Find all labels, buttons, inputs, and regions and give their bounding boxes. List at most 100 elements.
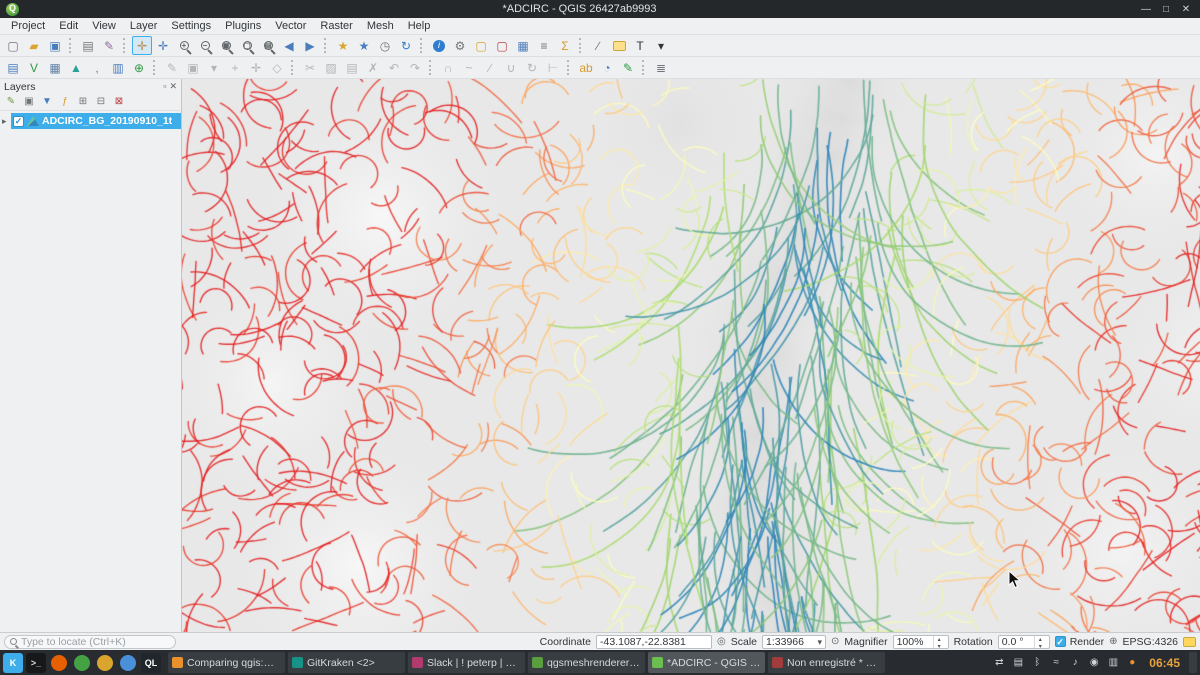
identify-features-icon[interactable]: i bbox=[429, 36, 449, 55]
bluetooth-tray-icon[interactable]: ᛒ bbox=[1029, 657, 1045, 668]
menu-item[interactable]: Plugins bbox=[218, 19, 268, 33]
field-calculator-icon[interactable]: ≡ bbox=[534, 36, 554, 55]
layer-labeling-icon[interactable]: ab bbox=[576, 58, 596, 77]
firefox-icon[interactable] bbox=[51, 655, 67, 671]
expand-caret-icon[interactable] bbox=[2, 116, 11, 127]
maximize-button[interactable] bbox=[1158, 4, 1174, 15]
menu-item[interactable]: Help bbox=[401, 19, 438, 33]
offset-curve-icon[interactable]: ∩ bbox=[438, 58, 458, 77]
add-raster-layer-icon[interactable]: ▦ bbox=[45, 58, 65, 77]
konsole-icon[interactable]: >_ bbox=[26, 653, 46, 673]
map-canvas[interactable] bbox=[182, 79, 1200, 632]
add-vector-layer-icon[interactable]: V bbox=[24, 58, 44, 77]
map-tips-icon[interactable] bbox=[609, 36, 629, 55]
render-row[interactable]: Render bbox=[1055, 636, 1104, 648]
filter-by-expression-icon[interactable]: ƒ bbox=[57, 95, 73, 110]
paste-features-icon[interactable]: ▤ bbox=[342, 58, 362, 77]
collapse-all-icon[interactable]: ⊟ bbox=[93, 95, 109, 110]
network-tray-icon[interactable]: ≈ bbox=[1048, 657, 1064, 668]
zoom-out-icon[interactable]: − bbox=[195, 36, 215, 55]
extents-toggle-icon[interactable] bbox=[717, 636, 726, 647]
panel-toggle[interactable] bbox=[1189, 652, 1197, 673]
menu-item[interactable]: Layer bbox=[123, 19, 165, 33]
delete-selected-icon[interactable]: ✗ bbox=[363, 58, 383, 77]
save-layer-edits-icon[interactable]: ▣ bbox=[183, 58, 203, 77]
volume-tray-icon[interactable]: ♪ bbox=[1067, 657, 1083, 668]
close-panel-icon[interactable] bbox=[169, 81, 177, 92]
data-source-manager-icon[interactable]: ▤ bbox=[3, 58, 23, 77]
annotation-toolbar-icon[interactable]: ✎ bbox=[618, 58, 638, 77]
crs-status[interactable]: EPSG:4326 bbox=[1123, 636, 1178, 648]
select-features-icon[interactable]: ▢ bbox=[471, 36, 491, 55]
menu-item[interactable]: Settings bbox=[164, 19, 218, 33]
lock-scale-icon[interactable] bbox=[831, 636, 839, 647]
zoom-last-icon[interactable]: ◀ bbox=[279, 36, 299, 55]
clipboard-tray-icon[interactable]: ▤ bbox=[1010, 657, 1026, 668]
pan-to-selection-icon[interactable]: ✛ bbox=[153, 36, 173, 55]
text-annotation-icon[interactable]: T bbox=[630, 36, 650, 55]
task-gitkraken[interactable]: GitKraken <2> bbox=[288, 652, 405, 673]
task-non-enregistre[interactable]: Non enregistré * — Sp... bbox=[768, 652, 885, 673]
rotation-spinbox[interactable]: 0.0 ° bbox=[998, 635, 1050, 649]
rotate-feature-icon[interactable]: ↻ bbox=[522, 58, 542, 77]
new-project-icon[interactable]: ▢ bbox=[3, 36, 23, 55]
redo-edit-icon[interactable]: ↷ bbox=[405, 58, 425, 77]
copy-features-icon[interactable]: ▨ bbox=[321, 58, 341, 77]
add-mesh-layer-icon[interactable]: ▲ bbox=[66, 58, 86, 77]
add-wms-layer-icon[interactable]: ⊕ bbox=[129, 58, 149, 77]
print-layout-icon[interactable]: ▤ bbox=[78, 36, 98, 55]
locate-search[interactable] bbox=[4, 635, 176, 649]
menu-item[interactable]: Mesh bbox=[360, 19, 401, 33]
zoom-to-selection-icon[interactable]: ▢ bbox=[237, 36, 257, 55]
task-qgis-adcirc[interactable]: *ADCIRC - QGIS 26427... bbox=[648, 652, 765, 673]
minimize-button[interactable] bbox=[1138, 4, 1154, 15]
open-layer-styling-panel-icon[interactable]: ✎ bbox=[3, 95, 19, 110]
notifier-tray-icon[interactable]: ● bbox=[1124, 657, 1140, 668]
add-group-icon[interactable]: ▣ bbox=[21, 95, 37, 110]
menu-item[interactable]: Project bbox=[4, 19, 52, 33]
toggle-editing-icon[interactable]: ✎ bbox=[162, 58, 182, 77]
expand-all-icon[interactable]: ⊞ bbox=[75, 95, 91, 110]
menu-item[interactable]: Edit bbox=[52, 19, 85, 33]
merge-features-icon[interactable]: ∪ bbox=[501, 58, 521, 77]
new-bookmark-icon[interactable]: ★ bbox=[333, 36, 353, 55]
reshape-features-icon[interactable]: ~ bbox=[459, 58, 479, 77]
locate-input[interactable] bbox=[21, 636, 170, 648]
log-messages-icon[interactable] bbox=[1183, 637, 1196, 647]
measure-icon[interactable]: ∕ bbox=[588, 36, 608, 55]
add-feature-icon[interactable]: + bbox=[225, 58, 245, 77]
trim-extend-icon[interactable]: ⊢ bbox=[543, 58, 563, 77]
zoom-full-icon[interactable]: ▣ bbox=[216, 36, 236, 55]
qgis-ltr-icon[interactable]: QL bbox=[141, 653, 161, 673]
refresh-map-icon[interactable]: ↻ bbox=[396, 36, 416, 55]
add-delimited-text-icon[interactable]: , bbox=[87, 58, 107, 77]
cut-features-icon[interactable]: ✂ bbox=[300, 58, 320, 77]
zoom-in-icon[interactable]: + bbox=[174, 36, 194, 55]
chromium-icon[interactable] bbox=[120, 655, 136, 671]
statistical-summary-icon[interactable]: Σ bbox=[555, 36, 575, 55]
layer-diagram-icon[interactable]: ◔ bbox=[597, 58, 617, 77]
app-launcher-icon[interactable]: K bbox=[3, 653, 23, 673]
open-project-icon[interactable]: ▰ bbox=[24, 36, 44, 55]
style-manager-icon[interactable]: ✎ bbox=[99, 36, 119, 55]
zoom-next-icon[interactable]: ▶ bbox=[300, 36, 320, 55]
undo-edit-icon[interactable]: ↶ bbox=[384, 58, 404, 77]
updates-tray-icon[interactable]: ⇄ bbox=[991, 657, 1007, 668]
statistics-panel-icon[interactable]: ≣ bbox=[651, 58, 671, 77]
kate-icon[interactable] bbox=[74, 655, 90, 671]
task-comparing-qgis[interactable]: Comparing qgis:mast... bbox=[168, 652, 285, 673]
layer-item[interactable]: ADCIRC_BG_20190910_1t bbox=[11, 113, 181, 129]
temporal-controller-icon[interactable]: ◷ bbox=[375, 36, 395, 55]
current-edits-icon[interactable]: ▾ bbox=[204, 58, 224, 77]
scale-select[interactable]: 1:33966 bbox=[762, 635, 826, 649]
crs-icon[interactable] bbox=[1109, 636, 1117, 647]
keyboard-tray-icon[interactable]: ▥ bbox=[1105, 657, 1121, 668]
deselect-features-icon[interactable]: ▢ bbox=[492, 36, 512, 55]
run-feature-action-icon[interactable]: ⚙ bbox=[450, 36, 470, 55]
filter-legend-icon[interactable]: ▼ bbox=[39, 95, 55, 110]
close-button[interactable] bbox=[1178, 4, 1194, 15]
magnifier-spinbox[interactable]: 100% bbox=[893, 635, 949, 649]
move-feature-icon[interactable]: ✛ bbox=[246, 58, 266, 77]
add-postgis-layer-icon[interactable]: ▥ bbox=[108, 58, 128, 77]
split-features-icon[interactable]: ∕ bbox=[480, 58, 500, 77]
